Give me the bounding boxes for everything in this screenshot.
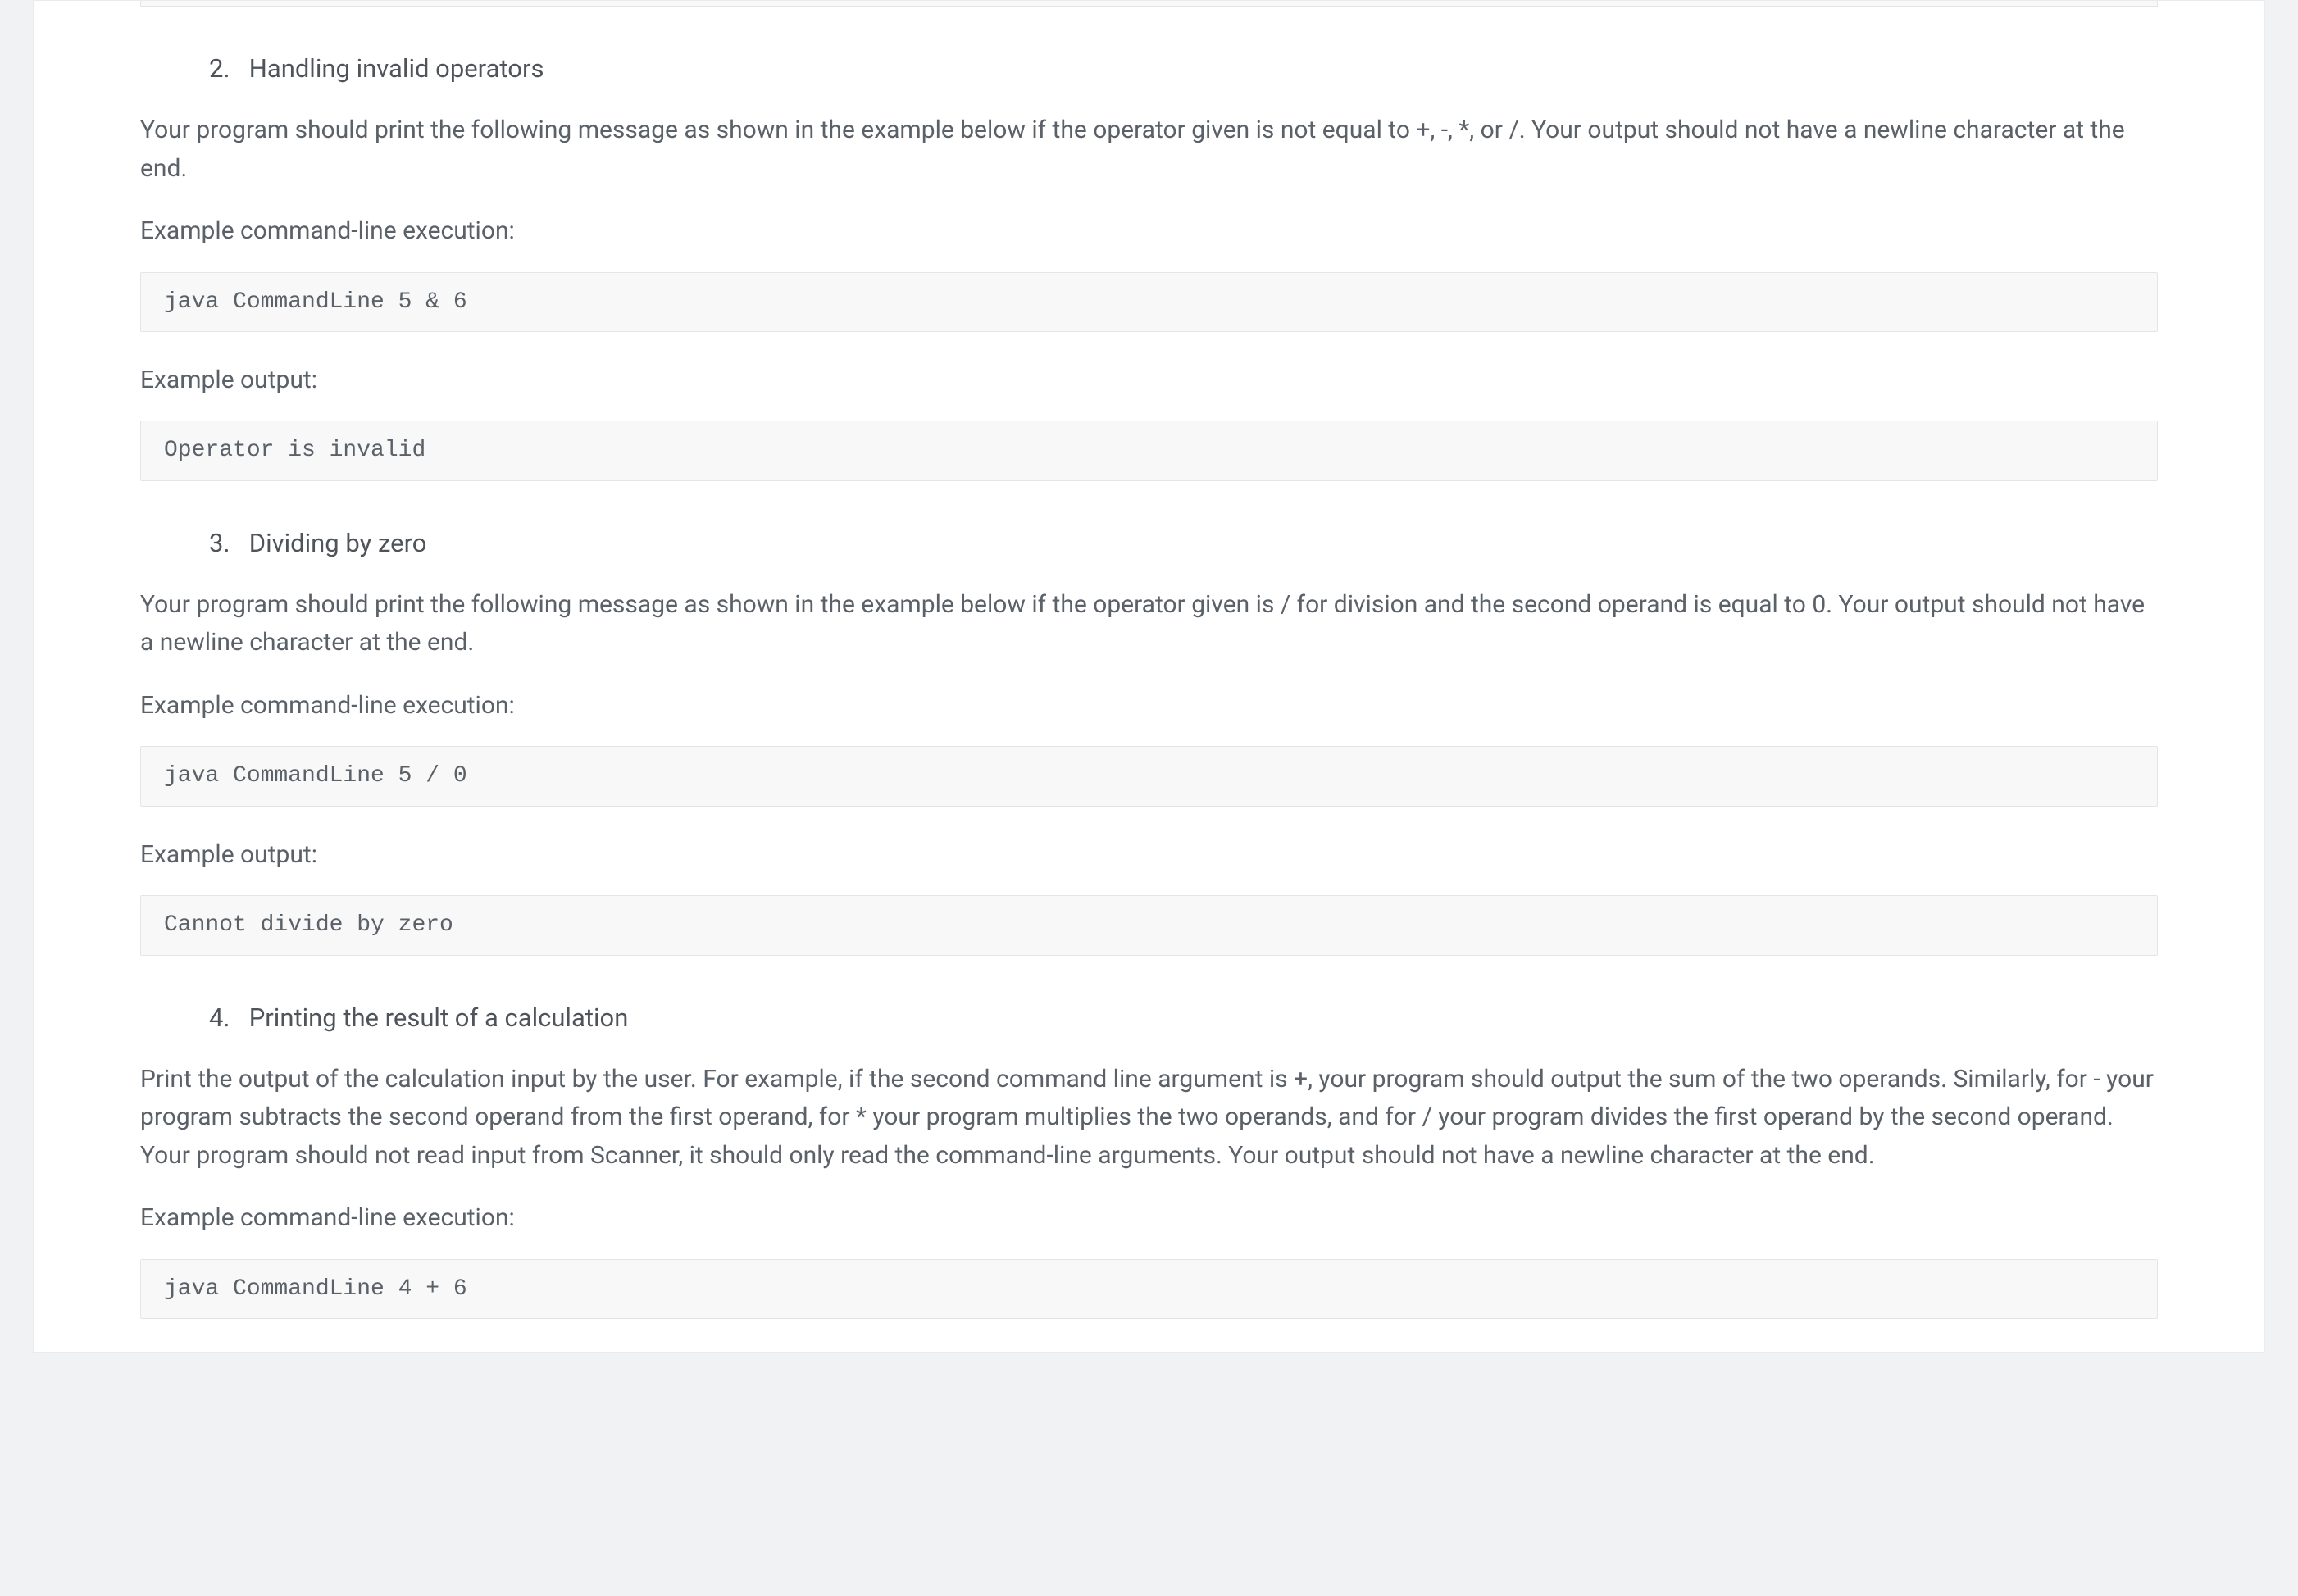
section-number: 4. [209,1003,230,1033]
content-card: 2. Handling invalid operators Your progr… [33,0,2265,1353]
section-heading-3: 3. Dividing by zero [209,524,2158,563]
description-text: Print the output of the calculation inpu… [140,1065,2154,1170]
page-wrap: 2. Handling invalid operators Your progr… [0,0,2298,1353]
example-output-code: Cannot divide by zero [140,895,2158,955]
example-output-label: Example output: [140,361,2158,400]
section-4-description: Print the output of the calculation inpu… [140,1061,2158,1175]
example-output-label: Example output: [140,836,2158,875]
example-cmd-code: java CommandLine 4 + 6 [140,1259,2158,1319]
section-3-description: Your program should print the following … [140,586,2158,662]
description-text: Your program should print the following … [140,116,2125,183]
section-number: 2. [209,53,230,84]
example-cmd-label: Example command-line execution: [140,212,2158,251]
section-heading-2: 2. Handling invalid operators [209,49,2158,89]
section-title: Handling invalid operators [249,53,544,84]
section-number: 3. [209,528,230,558]
example-cmd-label: Example command-line execution: [140,1199,2158,1238]
example-cmd-label: Example command-line execution: [140,687,2158,725]
example-cmd-code: java CommandLine 5 / 0 [140,746,2158,806]
example-cmd-code: java CommandLine 5 & 6 [140,272,2158,332]
section-2-description: Your program should print the following … [140,111,2158,188]
section-heading-4: 4. Printing the result of a calculation [209,998,2158,1038]
example-output-code: Operator is invalid [140,421,2158,480]
previous-code-block-bottom [140,1,2158,7]
section-title: Dividing by zero [249,528,427,558]
description-text: Your program should print the following … [140,590,2145,657]
section-title: Printing the result of a calculation [249,1003,629,1033]
